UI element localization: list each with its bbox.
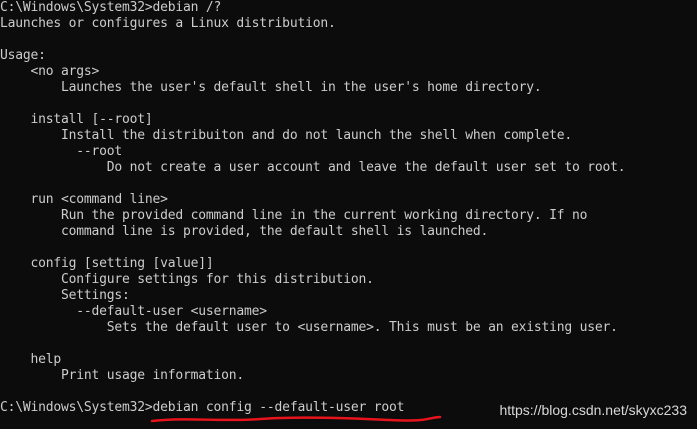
console-window[interactable]: C:\Windows\System32>debian /? Launches o…: [0, 0, 697, 429]
output-line: Launches or configures a Linux distribut…: [0, 16, 336, 31]
output-line: Configure settings for this distribution…: [0, 272, 374, 287]
prompt-line: C:\Windows\System32>debian /?: [0, 0, 222, 15]
output-line: --root: [0, 144, 123, 159]
output-line: install [--root]: [0, 112, 153, 127]
output-line: help: [0, 352, 62, 367]
output-line: Print usage information.: [0, 368, 245, 383]
output-line: Sets the default user to <username>. Thi…: [0, 320, 618, 335]
output-line: Do not create a user account and leave t…: [0, 160, 626, 175]
output-line: run <command line>: [0, 192, 168, 207]
command-line[interactable]: C:\Windows\System32>debian config --defa…: [0, 400, 404, 416]
output-line: --default-user <username>: [0, 304, 267, 319]
output-line: Install the distribuiton and do not laun…: [0, 128, 572, 143]
output-line: config [setting [value]]: [0, 256, 214, 271]
output-line: Run the provided command line in the cur…: [0, 208, 588, 223]
output-line: <no args>: [0, 64, 100, 79]
output-line: command line is provided, the default sh…: [0, 224, 489, 239]
watermark-text: https://blog.csdn.net/skyxc233: [499, 402, 687, 418]
output-line: Launches the user's default shell in the…: [0, 80, 542, 95]
output-line: Settings:: [0, 288, 130, 303]
output-line: Usage:: [0, 48, 46, 63]
